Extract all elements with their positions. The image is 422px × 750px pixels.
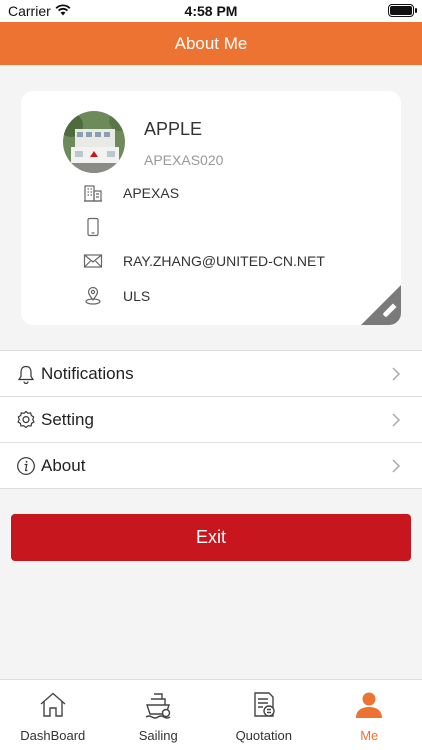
page-title: About Me — [174, 33, 248, 53]
tab-label: Sailing — [138, 728, 178, 743]
settings-menu: Notifications Setting About — [0, 350, 422, 489]
edit-profile-button[interactable] — [361, 285, 401, 325]
menu-item-label: Setting — [41, 409, 94, 429]
avatar[interactable] — [63, 111, 125, 173]
tab-dashboard[interactable]: DashBoard — [0, 680, 106, 750]
phone-row — [83, 215, 393, 239]
nav-bar: About Me — [0, 22, 422, 65]
exit-button[interactable]: Exit — [11, 514, 411, 561]
company-row: APEXAS — [83, 181, 393, 205]
ship-icon — [143, 690, 173, 720]
tab-label: DashBoard — [20, 728, 86, 743]
home-icon — [38, 690, 68, 720]
tab-bar: DashBoard Sailing Quotation Me — [0, 679, 422, 750]
info-icon — [16, 456, 36, 476]
chevron-right-icon — [392, 367, 401, 381]
phone-icon — [83, 217, 103, 237]
tab-quotation[interactable]: Quotation — [211, 680, 317, 750]
battery-icon — [388, 4, 417, 17]
email-row: RAY.ZHANG@UNITED-CN.NET — [83, 249, 393, 273]
bell-icon — [16, 364, 36, 384]
location-row: ULS — [83, 284, 393, 308]
tab-label: Quotation — [235, 728, 292, 743]
profile-name: APPLE — [144, 119, 203, 139]
chevron-right-icon — [392, 459, 401, 473]
tab-sailing[interactable]: Sailing — [106, 680, 212, 750]
tab-me[interactable]: Me — [317, 680, 422, 750]
menu-item-about[interactable]: About — [0, 443, 422, 489]
status-bar: Carrier 4:58 PM — [0, 0, 422, 22]
email-text: RAY.ZHANG@UNITED-CN.NET — [123, 253, 325, 269]
profile-code: APEXAS020 — [144, 152, 224, 168]
menu-item-label: About — [41, 455, 86, 475]
mail-icon — [83, 251, 103, 271]
company-text: APEXAS — [123, 185, 180, 201]
menu-item-notifications[interactable]: Notifications — [0, 351, 422, 397]
status-time: 4:58 PM — [184, 3, 238, 19]
menu-item-label: Notifications — [41, 363, 134, 383]
gear-icon — [16, 410, 36, 430]
menu-item-setting[interactable]: Setting — [0, 397, 422, 443]
person-icon — [354, 690, 384, 720]
quotation-icon — [249, 690, 279, 720]
building-icon — [83, 183, 103, 203]
tab-label: Me — [360, 728, 379, 743]
location-pin-icon — [83, 286, 103, 306]
profile-card: APPLE APEXAS020 APEXAS RAY.ZHANG@UNITED-… — [21, 91, 401, 325]
location-text: ULS — [123, 288, 151, 304]
chevron-right-icon — [392, 413, 401, 427]
